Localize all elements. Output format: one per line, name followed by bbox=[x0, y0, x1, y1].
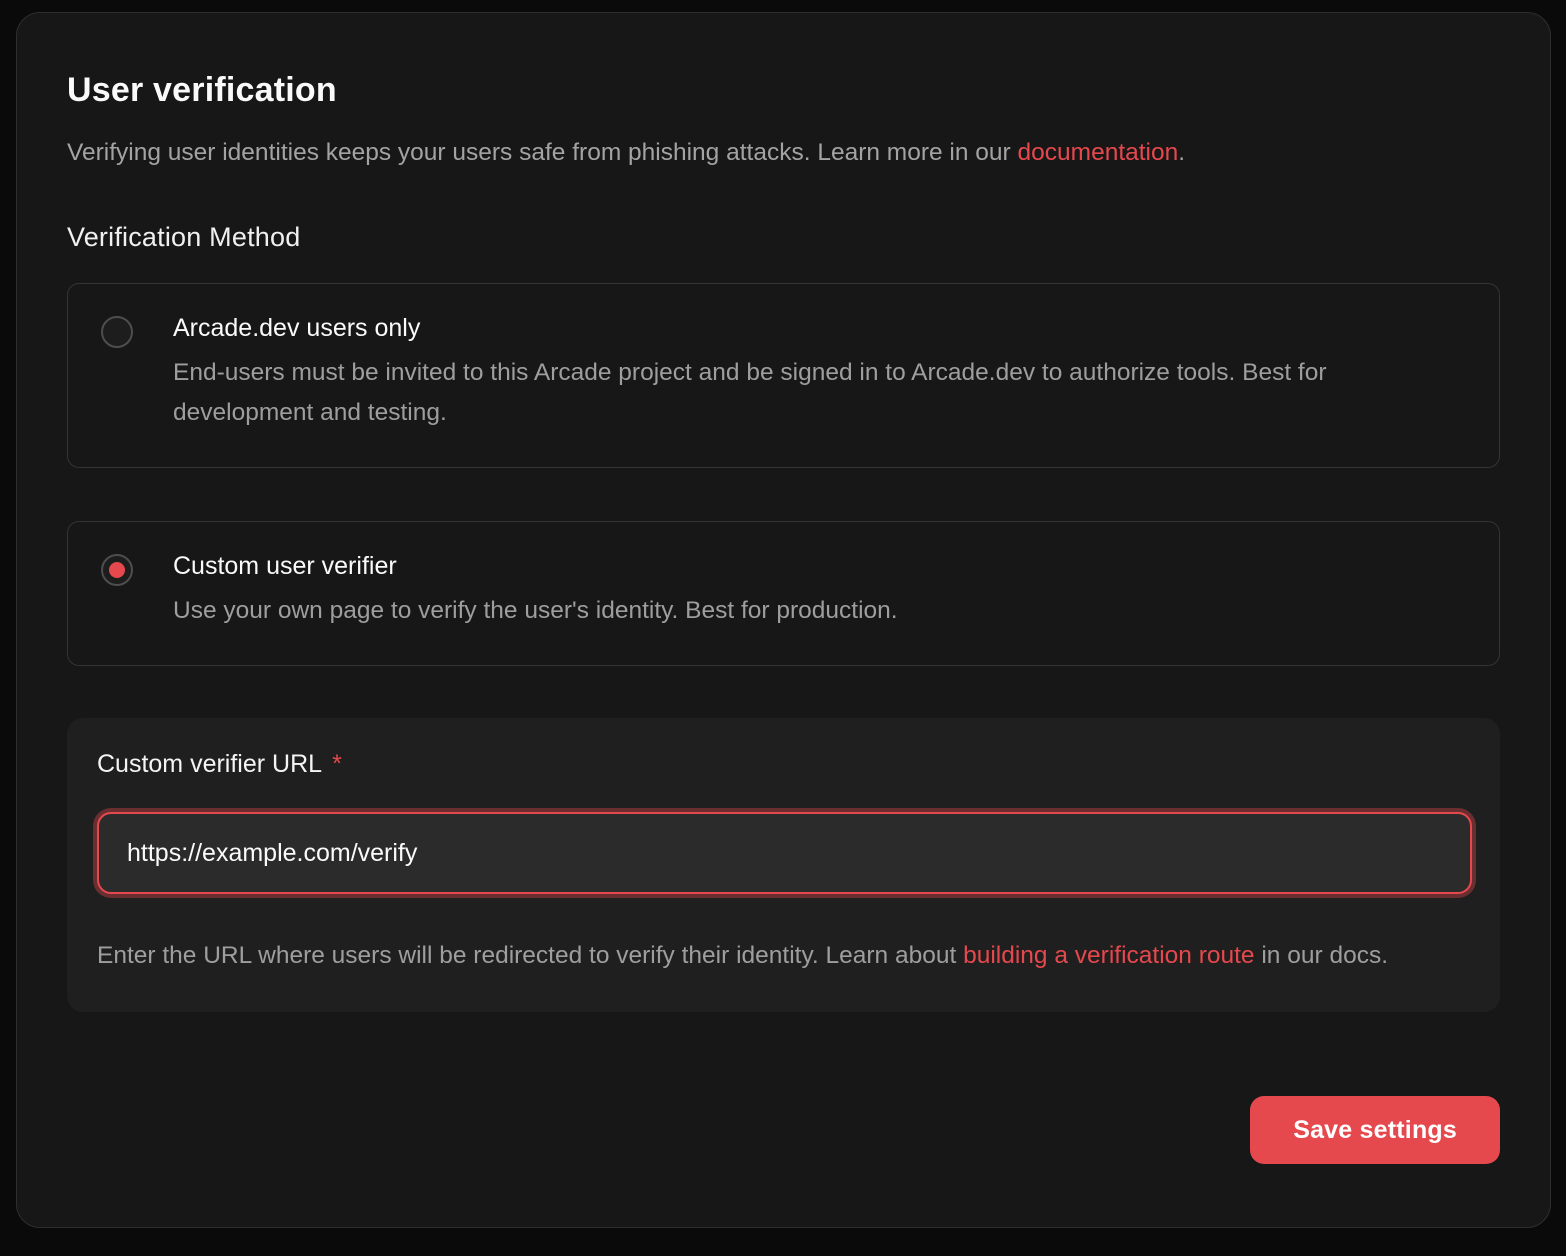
option-text: Custom user verifier Use your own page t… bbox=[173, 552, 898, 631]
documentation-link[interactable]: documentation bbox=[1018, 139, 1179, 166]
field-label-row: Custom verifier URL * bbox=[97, 750, 1470, 779]
option-custom-user-verifier[interactable]: Custom user verifier Use your own page t… bbox=[67, 521, 1500, 666]
custom-verifier-help: Enter the URL where users will be redire… bbox=[97, 936, 1467, 976]
custom-verifier-url-input[interactable] bbox=[97, 812, 1472, 894]
user-verification-card: User verification Verifying user identit… bbox=[16, 12, 1551, 1228]
custom-verifier-url-label: Custom verifier URL bbox=[97, 750, 322, 778]
radio-arcade-users-only[interactable] bbox=[101, 316, 133, 348]
option-title: Arcade.dev users only bbox=[173, 314, 1463, 343]
building-verification-route-link[interactable]: building a verification route bbox=[963, 942, 1254, 969]
option-description: End-users must be invited to this Arcade… bbox=[173, 353, 1463, 433]
help-text-suffix: in our docs. bbox=[1255, 942, 1388, 969]
custom-verifier-panel: Custom verifier URL * Enter the URL where… bbox=[67, 718, 1500, 1012]
subtitle-period: . bbox=[1178, 139, 1185, 166]
option-arcade-users-only[interactable]: Arcade.dev users only End-users must be … bbox=[67, 283, 1500, 468]
option-title: Custom user verifier bbox=[173, 552, 898, 581]
save-settings-button[interactable]: Save settings bbox=[1250, 1096, 1500, 1164]
option-description: Use your own page to verify the user's i… bbox=[173, 591, 898, 631]
page-title: User verification bbox=[67, 71, 1500, 110]
subtitle-text: Verifying user identities keeps your use… bbox=[67, 139, 1018, 166]
required-asterisk: * bbox=[332, 750, 342, 778]
actions-row: Save settings bbox=[67, 1096, 1500, 1164]
help-text: Enter the URL where users will be redire… bbox=[97, 942, 963, 969]
radio-custom-user-verifier[interactable] bbox=[101, 554, 133, 586]
option-text: Arcade.dev users only End-users must be … bbox=[173, 314, 1463, 433]
page-subtitle: Verifying user identities keeps your use… bbox=[67, 134, 1500, 172]
verification-method-heading: Verification Method bbox=[67, 222, 1500, 253]
